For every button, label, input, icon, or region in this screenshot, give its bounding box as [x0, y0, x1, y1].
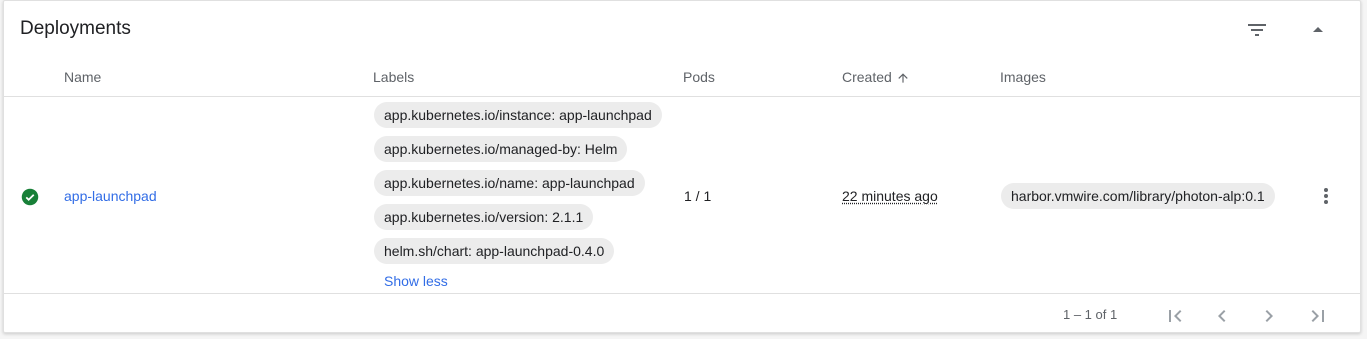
label-chip: helm.sh/chart: app-launchpad-0.4.0 — [374, 238, 615, 264]
image-chip: harbor.vmwire.com/library/photon-alp:0.1 — [1001, 183, 1275, 209]
column-header-created[interactable]: Created — [842, 69, 892, 85]
show-less-link[interactable]: Show less — [384, 273, 448, 289]
next-page-icon[interactable] — [1257, 304, 1281, 328]
column-header-created-wrap[interactable]: Created — [842, 69, 910, 88]
filter-icon[interactable] — [1245, 18, 1269, 42]
more-vert-icon[interactable] — [1314, 184, 1338, 208]
arrow-up-icon[interactable] — [896, 71, 910, 88]
last-page-icon[interactable] — [1306, 304, 1330, 328]
deployments-card: Deployments Name Labels Pods Created Ima… — [3, 0, 1361, 333]
label-chip: app.kubernetes.io/name: app-launchpad — [374, 170, 645, 196]
header-divider — [4, 96, 1360, 97]
label-chip: app.kubernetes.io/managed-by: Helm — [374, 136, 628, 162]
collapse-icon[interactable] — [1306, 18, 1330, 42]
deployment-name-link[interactable]: app-launchpad — [64, 188, 157, 204]
check-circle-icon — [21, 188, 39, 206]
created-time: 22 minutes ago — [842, 188, 938, 204]
column-header-labels: Labels — [373, 69, 415, 85]
pods-count: 1 / 1 — [684, 188, 712, 204]
previous-page-icon[interactable] — [1210, 304, 1234, 328]
pagination-range: 1 – 1 of 1 — [1063, 307, 1118, 322]
first-page-icon[interactable] — [1163, 304, 1187, 328]
card-title: Deployments — [20, 18, 131, 39]
column-header-images: Images — [1000, 69, 1046, 85]
footer-divider — [4, 293, 1360, 294]
label-chip: app.kubernetes.io/version: 2.1.1 — [374, 204, 594, 230]
column-header-name[interactable]: Name — [64, 69, 101, 85]
label-chip: app.kubernetes.io/instance: app-launchpa… — [374, 102, 662, 128]
column-header-pods: Pods — [683, 69, 715, 85]
